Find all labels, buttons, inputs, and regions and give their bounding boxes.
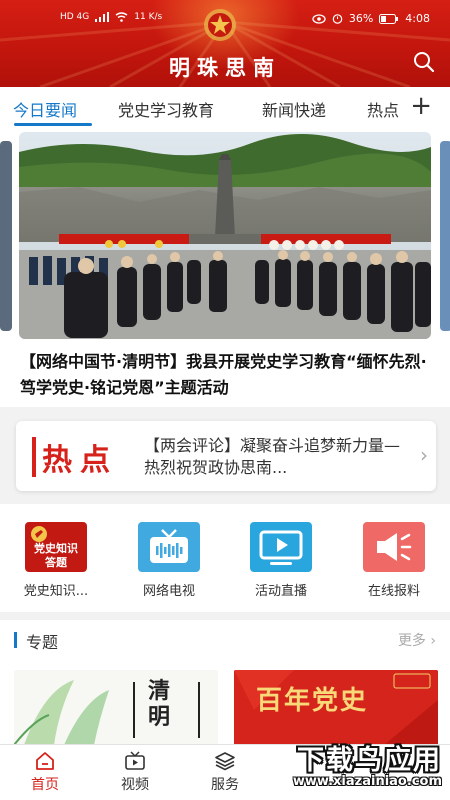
eye-icon <box>312 13 326 24</box>
add-channel-icon[interactable]: + <box>410 93 432 119</box>
ceremony-photo <box>19 132 431 339</box>
hot-headline[interactable]: 【两会评论】凝聚奋斗追梦新力量—热烈祝贺政协思南... <box>144 435 414 479</box>
hot-label: 热点 <box>42 443 118 478</box>
grid-item-live[interactable]: 活动直播 <box>236 522 326 599</box>
carousel-caption[interactable]: 【网络中国节·清明节】我县开展党史学习教育“缅怀先烈·笃学党史·铭记党恩”主题活… <box>20 349 435 401</box>
topics-section: 专题 更多 › 清明 百年党史 <box>0 620 450 745</box>
more-link[interactable]: 更多 › <box>398 630 436 650</box>
party-history-text: 百年党史 <box>256 686 369 716</box>
layers-icon <box>215 752 235 771</box>
wifi-icon <box>115 12 128 22</box>
nav-label: 服务 <box>211 777 239 793</box>
tab-party-history[interactable]: 党史学习教育 <box>118 97 214 121</box>
watermark-main: 下载鸟应用 <box>297 745 442 776</box>
grid-item-report[interactable]: 在线报料 <box>349 522 439 599</box>
nav-label: 视频 <box>121 777 149 793</box>
grid-label: 网络电视 <box>142 584 195 599</box>
tv-icon <box>138 522 200 572</box>
nav-home[interactable]: 首页 <box>0 751 90 794</box>
battery-percent: 36% <box>348 12 374 25</box>
next-slide-peek[interactable] <box>440 141 450 331</box>
active-tab-indicator <box>14 123 92 126</box>
grid-label: 在线报料 <box>367 584 420 599</box>
topic-card-party-history[interactable]: 百年党史 <box>234 670 438 745</box>
topic-card-qingming[interactable]: 清明 <box>14 670 218 745</box>
signal-icon <box>95 12 110 22</box>
carousel-slide-image[interactable] <box>19 132 431 339</box>
section-accent-bar <box>14 632 17 648</box>
home-icon <box>36 752 54 770</box>
hot-section: 热点 【两会评论】凝聚奋斗追梦新力量—热烈祝贺政协思南... › <box>0 407 450 504</box>
search-icon[interactable] <box>412 50 436 74</box>
site-watermark: 下载鸟应用 www.xiazainiao.com <box>282 738 442 796</box>
grid-label: 党史知识... <box>23 584 89 599</box>
grid-item-party-quiz[interactable]: 党史知识 答题 党史知识... <box>11 522 101 599</box>
tab-today-news[interactable]: 今日要闻 <box>13 97 77 121</box>
more-label: 更多 <box>397 633 426 649</box>
nav-services[interactable]: 服务 <box>180 751 270 794</box>
svg-text:答题: 答题 <box>45 555 68 569</box>
chevron-right-icon[interactable]: › <box>420 443 428 467</box>
tab-hot[interactable]: 热点 <box>367 97 399 121</box>
tab-news-express[interactable]: 新闻快递 <box>262 97 326 121</box>
hot-news-card[interactable]: 热点 【两会评论】凝聚奋斗追梦新力量—热烈祝贺政协思南... › <box>16 421 436 491</box>
grid-label: 活动直播 <box>254 584 307 599</box>
news-carousel: 【网络中国节·清明节】我县开展党史学习教育“缅怀先烈·笃学党史·铭记党恩”主题活… <box>0 127 450 407</box>
app-header: HD 4G 11 K/s 36% 4:08 明珠思南 <box>0 0 450 87</box>
party-history-quiz-icon: 党史知识 答题 <box>25 522 87 572</box>
bamboo-illustration <box>14 680 200 745</box>
video-icon <box>125 751 145 770</box>
topics-title: 专题 <box>26 633 59 652</box>
network-indicator: HD 4G <box>60 12 90 22</box>
qingming-text: 清明 <box>147 678 170 730</box>
party-emblem-icon <box>204 9 236 41</box>
svg-text:党史知识: 党史知识 <box>34 541 78 555</box>
watermark-url: www.xiazainiao.com <box>292 774 442 789</box>
nav-label: 首页 <box>31 777 59 793</box>
speed-indicator: 11 K/s <box>134 12 163 22</box>
category-tabs: 今日要闻 党史学习教育 新闻快递 热点 + <box>0 87 450 127</box>
megaphone-icon <box>363 522 425 572</box>
live-play-icon <box>250 522 312 572</box>
clock: 4:08 <box>405 12 430 25</box>
grid-item-network-tv[interactable]: 网络电视 <box>124 522 214 599</box>
prev-slide-peek[interactable] <box>0 141 12 331</box>
alarm-icon <box>332 14 343 24</box>
nav-video[interactable]: 视频 <box>90 751 180 794</box>
app-title: 明珠思南 <box>169 55 281 80</box>
hot-accent-bar <box>32 437 36 477</box>
battery-icon <box>379 13 399 24</box>
service-grid: 党史知识 答题 党史知识... 网络电视 活动直播 在线报料 <box>0 504 450 612</box>
